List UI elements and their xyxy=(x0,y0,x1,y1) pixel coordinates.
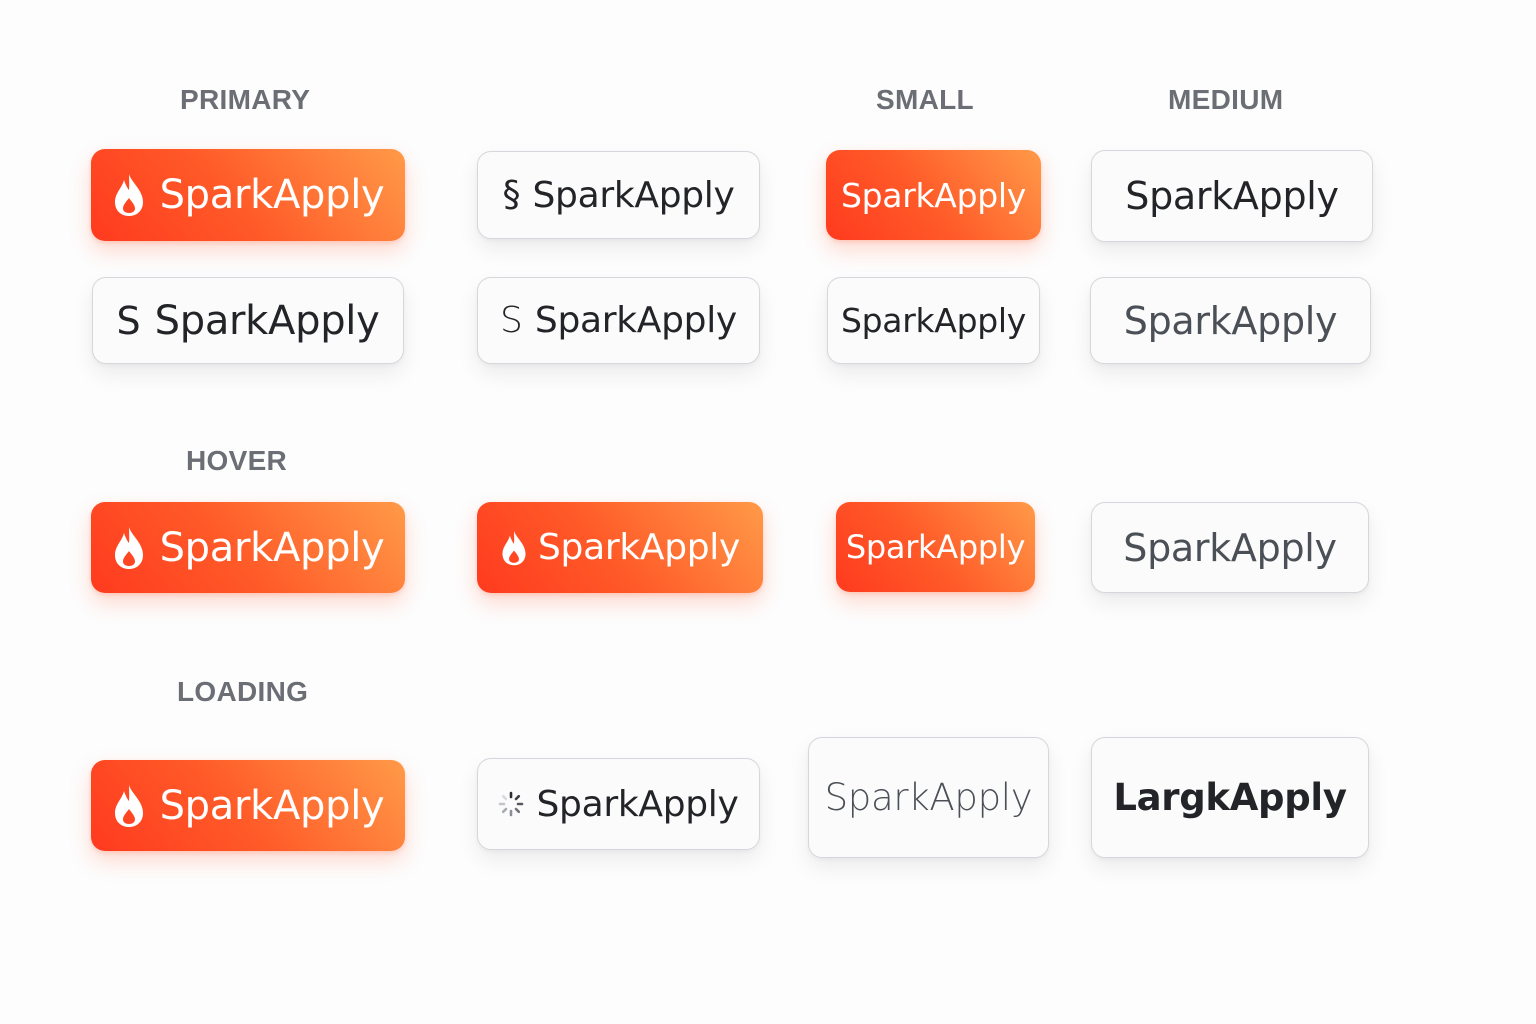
flame-icon xyxy=(500,529,528,567)
button-label: SparkApply xyxy=(1123,298,1338,343)
secondary-button-medium-muted[interactable]: SparkApply xyxy=(1090,277,1371,364)
button-label: SparkApply xyxy=(1125,174,1339,218)
button-label: SparkApply xyxy=(841,175,1026,215)
button-label: SparkApply xyxy=(159,172,385,218)
flame-icon xyxy=(112,783,146,829)
button-label: LargkApply xyxy=(1113,776,1347,819)
secondary-button-with-s-icon[interactable]: S SparkApply xyxy=(92,277,404,364)
secondary-button-medium-hover[interactable]: SparkApply xyxy=(1091,502,1369,593)
section-label-loading: LOADING xyxy=(177,676,309,707)
secondary-button-medium[interactable]: SparkApply xyxy=(1091,150,1373,242)
secondary-button-small[interactable]: SparkApply xyxy=(827,277,1040,364)
secondary-button-large-light[interactable]: SparkApply xyxy=(808,737,1049,858)
secondary-button-with-logo[interactable]: § SparkApply xyxy=(477,151,760,239)
button-label: SparkApply xyxy=(536,783,739,825)
secondary-button-with-s-icon-alt[interactable]: S SparkApply xyxy=(477,277,760,364)
button-label: SparkApply xyxy=(154,297,380,344)
button-label: SparkApply xyxy=(532,174,735,216)
primary-button-loading[interactable]: SparkApply xyxy=(91,760,405,851)
section-label-medium: MEDIUM xyxy=(1168,84,1284,115)
s-letter-icon: S xyxy=(500,299,523,341)
button-label: SparkApply xyxy=(534,300,737,341)
button-label: SparkApply xyxy=(824,776,1033,819)
primary-button-with-icon[interactable]: SparkApply xyxy=(91,149,405,241)
primary-button-hover-alt[interactable]: SparkApply xyxy=(477,502,763,593)
section-label-primary: PRIMARY xyxy=(180,84,311,115)
secondary-button-loading-spinner[interactable]: SparkApply xyxy=(477,758,760,850)
secondary-button-large-bold[interactable]: LargkApply xyxy=(1091,737,1369,858)
section-label-small: SMALL xyxy=(876,84,974,115)
button-label: SparkApply xyxy=(841,301,1026,340)
primary-button-small-hover[interactable]: SparkApply xyxy=(836,502,1035,592)
button-label: SparkApply xyxy=(537,527,741,568)
primary-button-hover[interactable]: SparkApply xyxy=(91,502,405,593)
button-label: SparkApply xyxy=(159,524,385,571)
spinner-icon xyxy=(498,791,524,817)
button-label: SparkApply xyxy=(845,528,1026,566)
s-logo-icon: § xyxy=(502,174,521,215)
section-label-hover: HOVER xyxy=(186,445,288,476)
button-label: SparkApply xyxy=(1123,525,1337,570)
s-letter-icon: S xyxy=(116,298,141,343)
primary-button-small[interactable]: SparkApply xyxy=(826,150,1041,240)
flame-icon xyxy=(112,172,146,218)
button-label: SparkApply xyxy=(159,782,385,829)
flame-icon xyxy=(112,525,146,571)
